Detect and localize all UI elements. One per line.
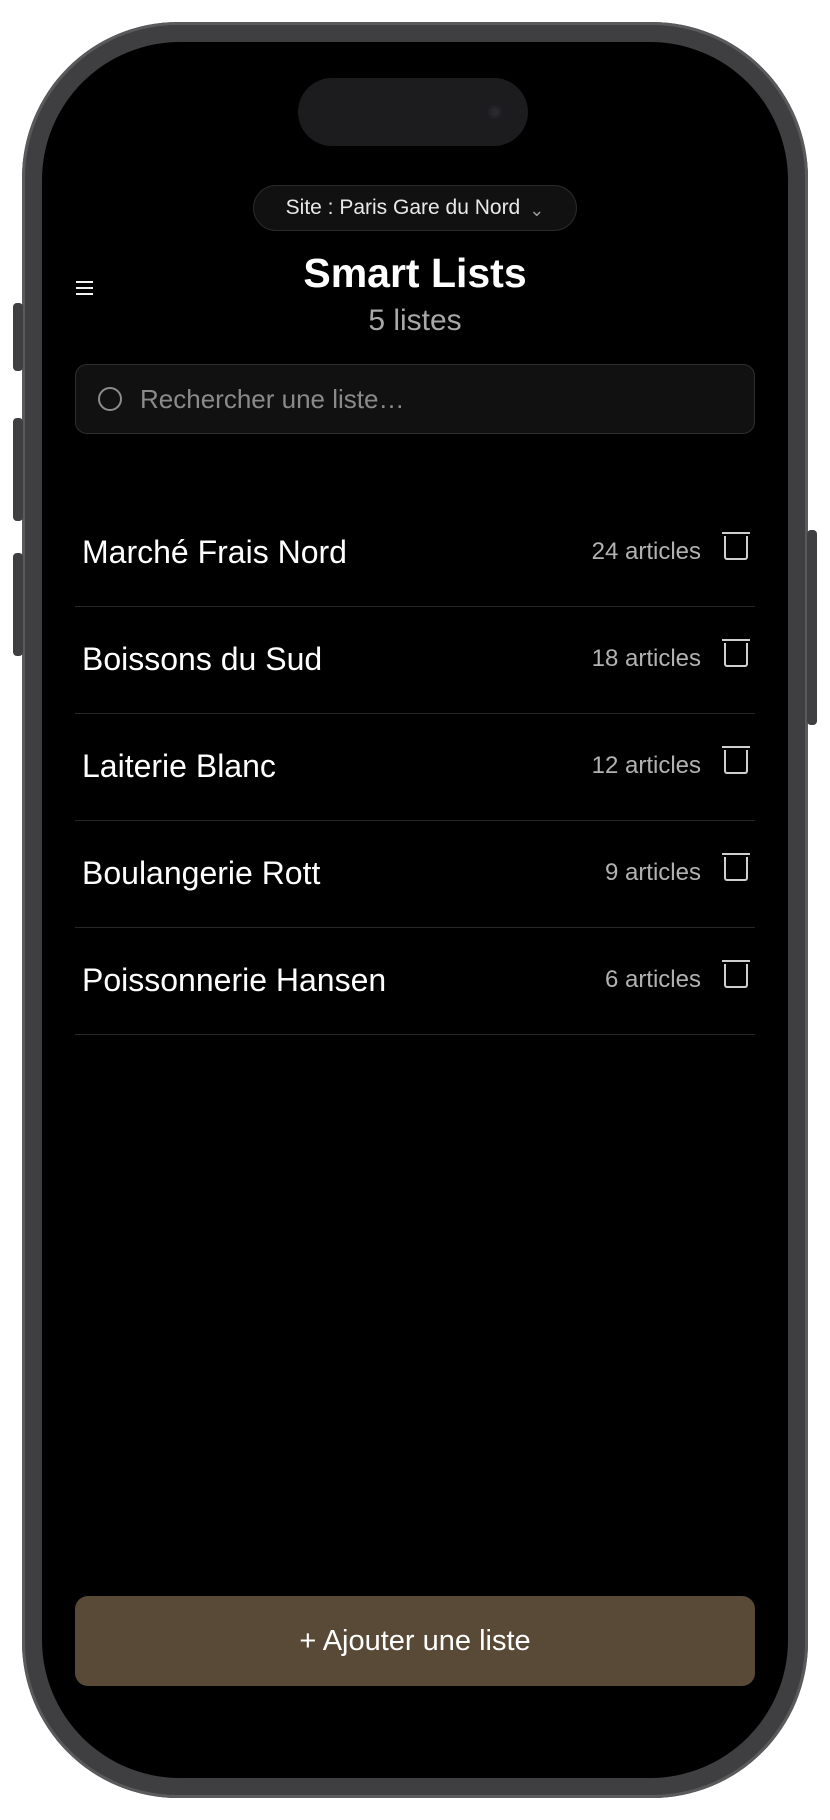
search-input[interactable] xyxy=(138,382,754,416)
list-item[interactable]: Laiterie Blanc 12 articles xyxy=(75,714,755,821)
action-button xyxy=(13,303,23,371)
trash-icon[interactable] xyxy=(722,853,750,883)
volume-down-button xyxy=(13,553,23,656)
site-label: Site : Paris Gare du Nord xyxy=(285,196,521,219)
article-count: 6 articles xyxy=(604,966,701,993)
trash-icon[interactable] xyxy=(722,960,750,990)
page-title: Smart Lists xyxy=(303,250,527,296)
search-icon xyxy=(98,387,122,411)
smart-lists: Marché Frais Nord 24 articles Boissons d… xyxy=(75,500,755,1035)
list-name: Laiterie Blanc xyxy=(82,747,276,784)
list-name: Poissonnerie Hansen xyxy=(82,961,387,998)
search-bar[interactable] xyxy=(75,364,755,434)
article-count: 12 articles xyxy=(591,752,701,779)
trash-icon[interactable] xyxy=(722,639,750,669)
trash-icon[interactable] xyxy=(722,746,750,776)
list-name: Boulangerie Rott xyxy=(82,854,321,891)
camera-icon xyxy=(488,105,502,119)
volume-up-button xyxy=(13,418,23,521)
list-name: Marché Frais Nord xyxy=(82,533,347,570)
list-item[interactable]: Marché Frais Nord 24 articles xyxy=(75,500,755,607)
article-count: 9 articles xyxy=(604,859,701,886)
screen: Site : Paris Gare du Nord ⌄ Smart Lists … xyxy=(42,42,788,1778)
add-list-button[interactable]: + Ajouter une liste xyxy=(75,1596,755,1686)
power-button xyxy=(807,530,817,725)
article-count: 18 articles xyxy=(591,645,701,672)
article-count: 24 articles xyxy=(591,538,701,565)
trash-icon[interactable] xyxy=(722,532,750,562)
list-count: 5 listes xyxy=(368,304,462,337)
list-item[interactable]: Poissonnerie Hansen 6 articles xyxy=(75,928,755,1035)
site-selector[interactable]: Site : Paris Gare du Nord ⌄ xyxy=(253,185,577,231)
list-item[interactable]: Boulangerie Rott 9 articles xyxy=(75,821,755,928)
dynamic-island xyxy=(298,78,528,146)
list-name: Boissons du Sud xyxy=(82,640,323,677)
chevron-down-icon: ⌄ xyxy=(529,199,545,220)
list-item[interactable]: Boissons du Sud 18 articles xyxy=(75,607,755,714)
